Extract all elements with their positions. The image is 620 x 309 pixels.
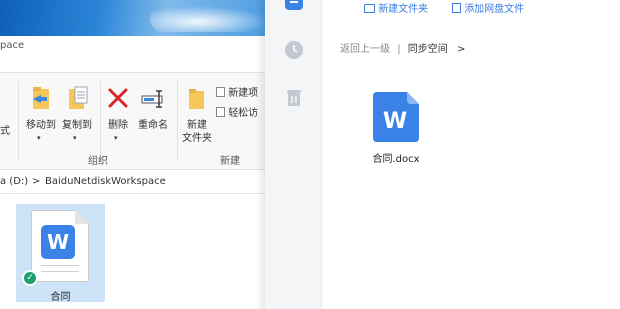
window-title: pace bbox=[0, 40, 25, 51]
breadcrumb-current[interactable]: 同步空间 bbox=[408, 44, 448, 55]
breadcrumb-arrow: > bbox=[456, 44, 466, 55]
ribbon-truncated-label: 式 bbox=[0, 126, 10, 137]
ribbon-toolbar: 式 移动到 ▾ 复制到 ▾ 删除 ▾ 重命名 新建 文件夹 新建项 轻松访 组织… bbox=[0, 72, 265, 170]
new-item-icon bbox=[216, 87, 225, 97]
svg-text:W: W bbox=[383, 109, 407, 134]
add-netdisk-file-label: 添加网盘文件 bbox=[464, 4, 525, 15]
new-folder-link[interactable]: 新建文件夹 bbox=[364, 0, 428, 15]
chevron-down-icon: ▾ bbox=[114, 134, 118, 142]
sync-file-item[interactable]: W 合同.docx bbox=[366, 92, 426, 172]
files-nav-button[interactable] bbox=[284, 0, 304, 14]
file-plus-icon bbox=[452, 3, 461, 13]
clock-icon bbox=[285, 41, 303, 59]
rename-label: 重命名 bbox=[138, 120, 168, 131]
address-bar[interactable]: a (D:) > BaiduNetdiskWorkspace bbox=[0, 172, 265, 194]
address-folder[interactable]: BaiduNetdiskWorkspace bbox=[45, 176, 166, 187]
new-folder-link-label: 新建文件夹 bbox=[378, 4, 429, 15]
file-explorer-window: pace 式 移动到 ▾ 复制到 ▾ 删除 ▾ 重命名 新建 文件夹 新建项 轻… bbox=[0, 0, 265, 309]
new-item-label: 新建项 bbox=[228, 88, 259, 99]
document-page-icon: W bbox=[31, 210, 89, 282]
chevron-down-icon: ▾ bbox=[37, 134, 41, 142]
files-icon bbox=[285, 0, 303, 10]
new-folder-label-2: 文件夹 bbox=[182, 133, 212, 144]
trash-nav-button[interactable] bbox=[284, 88, 304, 108]
file-name: 合同 bbox=[50, 292, 71, 303]
delete-x-icon bbox=[108, 88, 128, 108]
move-to-label: 移动到 bbox=[26, 120, 56, 131]
selected-file-item[interactable]: W ✓ 合同 bbox=[16, 204, 105, 303]
new-folder-label-1: 新建 bbox=[187, 120, 207, 131]
word-file-icon: W bbox=[373, 92, 419, 142]
easy-access-label: 轻松访 bbox=[228, 108, 259, 119]
easy-access-icon bbox=[216, 107, 225, 117]
add-netdisk-file-link[interactable]: 添加网盘文件 bbox=[452, 0, 524, 15]
copy-to-label: 复制到 bbox=[62, 120, 92, 131]
desktop-wallpaper bbox=[0, 0, 265, 36]
trash-icon bbox=[287, 90, 301, 106]
explorer-titlebar: pace bbox=[0, 36, 265, 58]
folder-copy-icon bbox=[69, 86, 88, 109]
breadcrumb-back[interactable]: 返回上一级 bbox=[340, 44, 390, 55]
sync-check-icon: ✓ bbox=[22, 270, 38, 286]
group-organize-label: 组织 bbox=[88, 156, 108, 167]
sync-space-panel: 新建文件夹 添加网盘文件 返回上一级 | 同步空间 > W 合同.docx bbox=[322, 0, 620, 309]
breadcrumb: 返回上一级 | 同步空间 > bbox=[340, 40, 465, 55]
breadcrumb-separator: | bbox=[397, 44, 401, 55]
chevron-down-icon: ▾ bbox=[73, 134, 77, 142]
group-new-label: 新建 bbox=[220, 156, 240, 167]
address-drive[interactable]: a (D:) bbox=[0, 176, 28, 187]
sync-file-name: 合同.docx bbox=[372, 154, 420, 165]
folder-move-icon bbox=[33, 87, 49, 109]
address-separator: > bbox=[32, 176, 41, 187]
folder-plus-icon bbox=[364, 4, 375, 13]
word-doc-icon: W bbox=[41, 225, 75, 259]
rename-icon bbox=[141, 90, 163, 108]
panel-side-rail bbox=[265, 0, 322, 309]
new-folder-icon bbox=[189, 89, 204, 109]
history-nav-button[interactable] bbox=[284, 40, 304, 60]
delete-label: 删除 bbox=[108, 120, 128, 131]
